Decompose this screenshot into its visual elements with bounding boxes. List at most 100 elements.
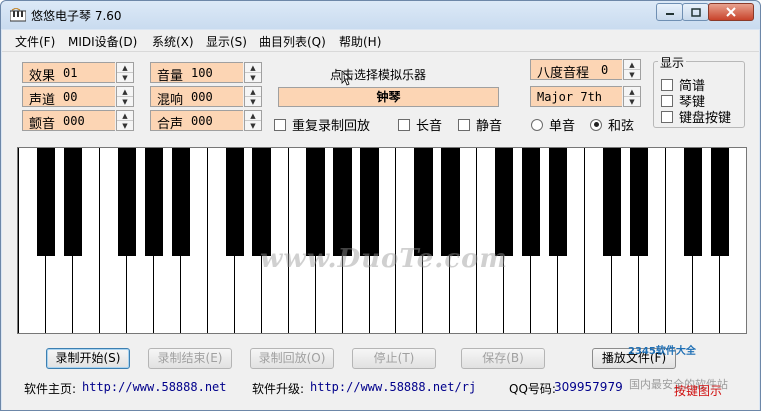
record-playback-button[interactable]: 录制回放(O) xyxy=(250,348,334,369)
menu-display[interactable]: 显示(S) xyxy=(206,33,247,50)
spin-down-icon[interactable]: ▼ xyxy=(117,121,133,131)
chord-type-spin-buttons[interactable]: ▲ ▼ xyxy=(623,86,641,107)
spin-down-icon[interactable]: ▼ xyxy=(245,73,261,83)
black-key[interactable] xyxy=(549,148,568,256)
octave-spin-buttons[interactable]: ▲ ▼ xyxy=(623,59,641,80)
single-note-radio[interactable]: 单音 xyxy=(531,115,575,134)
chorus-spinbox[interactable]: 合声 000 ▲ ▼ xyxy=(150,110,262,132)
instrument-selector[interactable]: 钟琴 xyxy=(278,87,499,107)
chord-type-spinbox[interactable]: Major 7th ▲ ▼ xyxy=(530,86,641,107)
spin-up-icon[interactable]: ▲ xyxy=(245,111,261,121)
tremolo-spinbox[interactable]: 颤音 000 ▲ ▼ xyxy=(22,110,134,132)
spin-down-icon[interactable]: ▼ xyxy=(245,121,261,131)
spin-down-icon[interactable]: ▼ xyxy=(117,73,133,83)
radio-icon[interactable] xyxy=(531,118,543,131)
tremolo-spin-buttons[interactable]: ▲ ▼ xyxy=(116,110,134,131)
spin-up-icon[interactable]: ▲ xyxy=(624,60,640,70)
black-key[interactable] xyxy=(414,148,433,256)
maximize-button[interactable] xyxy=(682,3,709,21)
repeat-playback-checkbox[interactable]: 重复录制回放 xyxy=(274,115,370,134)
channel-spin-buttons[interactable]: ▲ ▼ xyxy=(116,86,134,107)
spin-up-icon[interactable]: ▲ xyxy=(245,87,261,97)
reverb-value[interactable]: 000 xyxy=(191,90,213,104)
keyboard-keys-label: 键盘按键 xyxy=(679,111,732,126)
black-key[interactable] xyxy=(252,148,271,256)
chord-type-value[interactable]: Major 7th xyxy=(537,90,602,104)
menu-system[interactable]: 系统(X) xyxy=(152,33,194,50)
chorus-label: 合声 xyxy=(157,117,184,132)
reverb-spinbox[interactable]: 混响 000 ▲ ▼ xyxy=(150,86,262,108)
spin-down-icon[interactable]: ▼ xyxy=(624,97,640,107)
channel-value[interactable]: 00 xyxy=(63,90,77,104)
black-key[interactable] xyxy=(117,148,136,256)
checkbox-icon[interactable] xyxy=(661,94,673,107)
upgrade-link[interactable]: http://www.58888.net/rj xyxy=(310,380,476,394)
spin-up-icon[interactable]: ▲ xyxy=(624,87,640,97)
menu-midi-device[interactable]: MIDI设备(D) xyxy=(68,33,137,50)
spin-up-icon[interactable]: ▲ xyxy=(117,111,133,121)
octave-value[interactable]: 0 xyxy=(601,63,608,77)
keyboard-keys-checkbox[interactable]: 键盘按键 xyxy=(661,107,731,126)
effect-spin-buttons[interactable]: ▲ ▼ xyxy=(116,62,134,83)
stop-button[interactable]: 停止(T) xyxy=(352,348,436,369)
menu-file[interactable]: 文件(F) xyxy=(15,33,55,50)
piano-keyboard[interactable] xyxy=(17,147,747,334)
black-key[interactable] xyxy=(710,148,730,256)
save-button[interactable]: 保存(B) xyxy=(461,348,545,369)
key-diagram-label: 按键图示 xyxy=(674,384,723,398)
black-key[interactable] xyxy=(306,148,325,256)
chorus-spin-buttons[interactable]: ▲ ▼ xyxy=(244,110,262,131)
sustain-checkbox[interactable]: 长音 xyxy=(398,115,442,134)
black-key[interactable] xyxy=(441,148,460,256)
checkbox-icon[interactable] xyxy=(398,118,410,131)
black-key[interactable] xyxy=(171,148,190,256)
checkbox-icon[interactable] xyxy=(274,118,286,131)
minimize-button[interactable] xyxy=(656,3,683,21)
black-key[interactable] xyxy=(522,148,541,256)
spin-up-icon[interactable]: ▲ xyxy=(117,87,133,97)
volume-spin-buttons[interactable]: ▲ ▼ xyxy=(244,62,262,83)
checkbox-icon[interactable] xyxy=(661,78,673,91)
black-key[interactable] xyxy=(360,148,379,256)
homepage-link[interactable]: http://www.58888.net xyxy=(82,380,227,394)
black-key[interactable] xyxy=(225,148,244,256)
black-key[interactable] xyxy=(36,148,56,256)
octave-spinbox[interactable]: 八度音程 0 ▲ ▼ xyxy=(530,59,641,81)
menu-bar: 文件(F) MIDI设备(D) 系统(X) 显示(S) 曲目列表(Q) 帮助(H… xyxy=(2,30,759,52)
effect-value[interactable]: 01 xyxy=(63,66,77,80)
spin-down-icon[interactable]: ▼ xyxy=(117,97,133,107)
channel-spinbox[interactable]: 声道 00 ▲ ▼ xyxy=(22,86,134,108)
radio-selected-icon[interactable] xyxy=(590,118,602,131)
volume-spinbox[interactable]: 音量 100 ▲ ▼ xyxy=(150,62,351,86)
checkbox-icon[interactable] xyxy=(661,110,673,123)
volume-value[interactable]: 100 xyxy=(191,66,213,80)
maximize-icon xyxy=(690,7,701,17)
record-stop-button[interactable]: 录制结束(E) xyxy=(148,348,232,369)
effect-spinbox[interactable]: 效果 01 ▲ ▼ xyxy=(22,62,134,84)
spin-up-icon[interactable]: ▲ xyxy=(117,63,133,73)
chord-radio[interactable]: 和弦 xyxy=(590,115,634,134)
spin-up-icon[interactable]: ▲ xyxy=(245,63,261,73)
checkbox-icon[interactable] xyxy=(458,118,470,131)
black-key[interactable] xyxy=(495,148,514,256)
sustain-label: 长音 xyxy=(416,119,443,134)
close-icon xyxy=(726,7,736,17)
spin-down-icon[interactable]: ▼ xyxy=(245,97,261,107)
black-key[interactable] xyxy=(63,148,83,256)
close-button[interactable] xyxy=(708,3,754,21)
spin-down-icon[interactable]: ▼ xyxy=(624,70,640,80)
black-key[interactable] xyxy=(683,148,703,256)
record-start-button[interactable]: 录制开始(S) xyxy=(46,348,130,369)
single-note-label: 单音 xyxy=(549,119,576,134)
black-key[interactable] xyxy=(603,148,622,256)
menu-track-list[interactable]: 曲目列表(Q) xyxy=(259,33,326,50)
reverb-label: 混响 xyxy=(157,93,184,108)
mute-checkbox[interactable]: 静音 xyxy=(458,115,502,134)
black-key[interactable] xyxy=(144,148,163,256)
black-key[interactable] xyxy=(333,148,352,256)
menu-help[interactable]: 帮助(H) xyxy=(339,33,381,50)
chorus-value[interactable]: 000 xyxy=(191,114,213,128)
tremolo-value[interactable]: 000 xyxy=(63,114,85,128)
black-key[interactable] xyxy=(629,148,649,256)
reverb-spin-buttons[interactable]: ▲ ▼ xyxy=(244,86,262,107)
